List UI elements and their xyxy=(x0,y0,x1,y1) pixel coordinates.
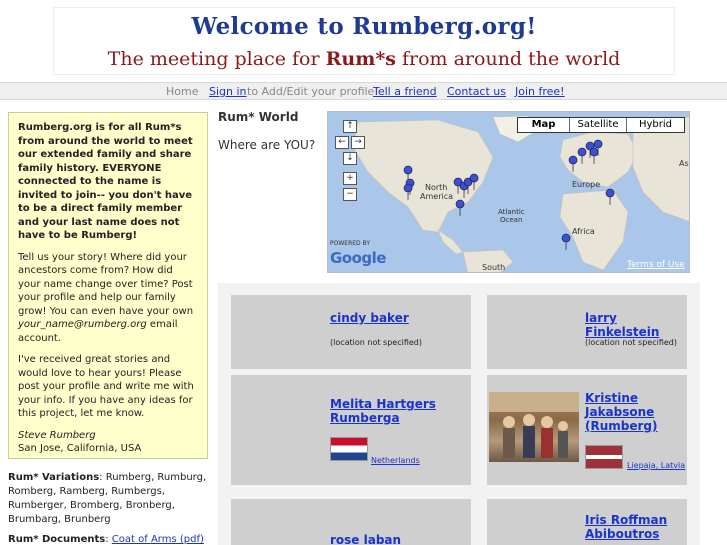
label-north-america-2: America xyxy=(420,192,453,201)
coat-of-arms-link[interactable]: Coat of Arms (pdf) xyxy=(112,534,204,545)
label-north-america: North xyxy=(425,183,448,192)
intro-stories-paragraph: I've received great stories and would lo… xyxy=(18,354,194,419)
map-type-hybrid[interactable]: Hybrid xyxy=(627,118,684,132)
intro-bold-paragraph: Rumberg.org is for all Rum*s from around… xyxy=(18,122,193,241)
nav-sign-in-suffix: to Add/Edit your profile! xyxy=(247,85,379,98)
intro-email: your_name@rumberg.org xyxy=(18,319,147,330)
profile-card[interactable]: rose laban xyxy=(231,499,471,545)
label-europe: Europe xyxy=(572,180,601,189)
profile-card[interactable]: cindy baker (location not specified) xyxy=(231,295,471,369)
pan-up-icon[interactable]: ↑ xyxy=(343,120,357,133)
zoom-out-icon[interactable]: − xyxy=(343,188,357,201)
pan-right-icon[interactable]: → xyxy=(351,136,365,149)
profile-name-link[interactable]: cindy baker xyxy=(330,311,409,325)
signature-location: San Jose, California, USA xyxy=(18,443,142,454)
world-question: Where are YOU? xyxy=(218,138,316,152)
profile-name-link[interactable]: rose laban xyxy=(330,533,401,545)
label-asia: As xyxy=(679,159,689,168)
label-ocean: Ocean xyxy=(500,216,523,224)
profile-grid: cindy baker (location not specified) lar… xyxy=(218,283,700,545)
nav-tell-friend-link[interactable]: Tell a friend xyxy=(373,85,437,98)
profile-card[interactable]: Kristine Jakabsone (Rumberg) Liepaja, La… xyxy=(487,375,687,485)
nav-home[interactable]: Home xyxy=(166,85,198,98)
map-type-satellite[interactable]: Satellite xyxy=(570,118,627,132)
banner-title: Welcome to Rumberg.org! xyxy=(191,13,537,40)
profile-location-link[interactable]: Liepaja, Latvia xyxy=(627,461,685,470)
signature-name: Steve Rumberg xyxy=(18,429,96,441)
profile-name-link[interactable]: Kristine Jakabsone (Rumberg) xyxy=(585,391,685,433)
profile-location: (location not specified) xyxy=(585,338,677,347)
latvia-flag-icon xyxy=(585,445,623,469)
intro-box: Rumberg.org is for all Rum*s from around… xyxy=(8,112,208,459)
netherlands-flag-icon xyxy=(330,437,368,461)
nav-contact-link[interactable]: Contact us xyxy=(447,85,506,98)
profile-card[interactable]: larry Finkelstein (location not specifie… xyxy=(487,295,687,369)
map-type-map[interactable]: Map xyxy=(518,118,570,132)
nav-join-link[interactable]: Join free! xyxy=(515,85,565,98)
label-africa: Africa xyxy=(572,227,595,236)
intro-story-paragraph: Tell us your story! Where did your ances… xyxy=(18,251,194,344)
nav-bar: Home Sign in to Add/Edit your profile! T… xyxy=(0,82,727,100)
marker-pin[interactable] xyxy=(455,199,465,217)
label-atlantic: Atlantic xyxy=(498,208,525,216)
marker-pin[interactable] xyxy=(561,233,571,251)
label-south-america: South xyxy=(482,263,506,272)
variations-text: Rum* Variations: Rumberg, Rumburg, Rombe… xyxy=(8,472,207,525)
documents-text: Rum* Documents: Coat of Arms (pdf) xyxy=(8,534,204,545)
profile-location-link[interactable]: Netherlands xyxy=(371,456,420,465)
pan-left-icon[interactable]: ← xyxy=(335,136,349,149)
site-banner: Welcome to Rumberg.org! The meeting plac… xyxy=(53,7,675,75)
world-map[interactable]: ↑ ← → ↓ + − Map Satellite Hybrid North A… xyxy=(327,111,690,273)
google-logo[interactable]: Google xyxy=(330,249,386,267)
banner-subtitle: The meeting place for Rum*s from around … xyxy=(107,48,621,70)
nav-sign-in-link[interactable]: Sign in xyxy=(209,85,247,98)
powered-by-text: POWERED BY xyxy=(330,240,371,247)
profile-card[interactable]: Melita Hartgers Rumberga Netherlands xyxy=(231,375,471,485)
profile-photo[interactable] xyxy=(489,392,579,462)
map-type-selector: Map Satellite Hybrid xyxy=(517,117,685,133)
profile-name-link[interactable]: Melita Hartgers Rumberga xyxy=(330,397,450,425)
profile-location: (location not specified) xyxy=(330,338,422,347)
profile-card[interactable]: Iris Roffman Abiboutros xyxy=(487,499,687,545)
zoom-in-icon[interactable]: + xyxy=(343,172,357,185)
terms-of-use-link[interactable]: Terms of Use xyxy=(627,260,685,270)
profile-name-link[interactable]: Iris Roffman Abiboutros xyxy=(585,513,685,541)
pan-down-icon[interactable]: ↓ xyxy=(343,152,357,165)
profile-name-link[interactable]: larry Finkelstein xyxy=(585,311,687,339)
world-title: Rum* World xyxy=(218,110,299,124)
